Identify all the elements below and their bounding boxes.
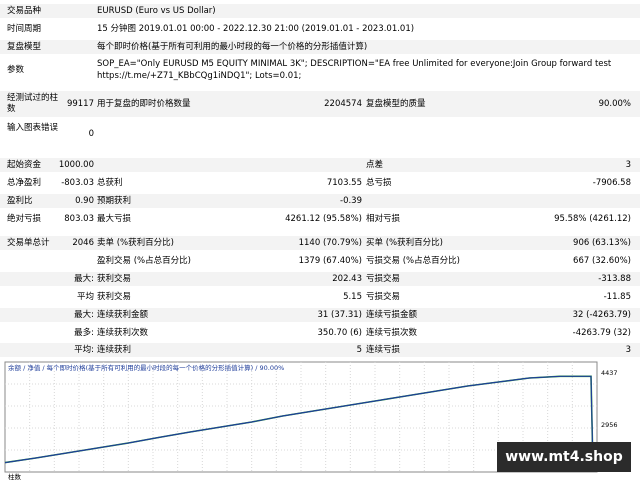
maxcons-row: 最大: 连续获利金额 31 (37.31) 连续亏损金额 32 (-4263.7…	[0, 308, 640, 322]
maxconsloss-label: 连续亏损次数	[366, 328, 418, 338]
spread-value: 3	[625, 160, 631, 170]
maxcons-loss-label: 连续亏损金额	[366, 310, 418, 320]
grossloss-label: 总亏损	[366, 178, 392, 188]
expected-label: 预期获利	[97, 196, 132, 206]
pf-label: 盈利比	[7, 196, 33, 206]
maxconsprofit-value: 350.70 (6)	[317, 328, 362, 338]
chart-header: 余额 / 净值 / 每个即时价格(基于所有可利用的最小时段的每一个价格的分形插值…	[8, 363, 284, 372]
absdd-label: 绝对亏损	[7, 214, 42, 224]
expected-value: -0.39	[340, 196, 362, 206]
params-row: 参数 SOP_EA="Only EURUSD M5 EQUITY MINIMAL…	[0, 57, 640, 83]
deposit-value: 1000.00	[58, 160, 94, 170]
largest-win-label: 获利交易	[97, 274, 132, 284]
largest-prefix: 最大:	[74, 274, 94, 284]
largest-row: 最大: 获利交易 202.43 亏损交易 -313.88	[0, 272, 640, 286]
average-row: 平均 获利交易 5.15 亏损交易 -11.85	[0, 290, 640, 304]
symbol-row: 交易品种 EURUSD (Euro vs US Dollar)	[0, 4, 640, 18]
period-label: 时间周期	[7, 24, 42, 34]
netprofit-row: 总净盈利 -803.03 总获利 7103.55 总亏损 -7906.58	[0, 176, 640, 190]
avg-win-label: 获利交易	[97, 292, 132, 302]
bars-value: 99117	[66, 99, 94, 109]
largest-loss-label: 亏损交易	[366, 274, 401, 284]
maxdd-label: 最大亏损	[97, 214, 132, 224]
pf-row: 盈利比 0.90 预期获利 -0.39	[0, 194, 640, 208]
trades-total-value: 2046	[72, 238, 94, 248]
params-line-2: https://t.me/+Z71_KBbCQg1iNDQ1"; Lots=0.…	[97, 71, 302, 81]
deposit-label: 起始资金	[7, 160, 42, 170]
avgcons-prefix: 平均:	[74, 345, 94, 355]
long-label: 买单 (%获利百分比)	[366, 238, 443, 248]
watermark: www.mt4.shop	[497, 442, 631, 472]
win-value: 1379 (67.40%)	[298, 256, 362, 266]
maxcons-prefix: 最大:	[74, 310, 94, 320]
maxconsprofit-prefix: 最多:	[74, 328, 94, 338]
avgcons-loss-value: 3	[625, 345, 631, 355]
errors-row: 输入图表错误 0	[0, 121, 640, 147]
y-tick-label: 2956	[601, 421, 618, 429]
symbol-value: EURUSD (Euro vs US Dollar)	[97, 6, 216, 16]
symbol-label: 交易品种	[7, 6, 42, 16]
netprofit-value: -803.03	[61, 178, 94, 188]
model-value: 每个即时价格(基于所有可利用的最小时段的每一个价格的分形插值计算)	[97, 42, 368, 52]
avg-win-value: 5.15	[343, 292, 362, 302]
chart-footer: 柱数	[8, 472, 22, 480]
params-label: 参数	[7, 65, 25, 75]
avgcons-win-value: 5	[356, 345, 362, 355]
avgcons-loss-label: 连续亏损	[366, 345, 401, 355]
spread-label: 点差	[366, 160, 384, 170]
short-label: 卖单 (%获利百分比)	[97, 238, 174, 248]
reldd-label: 相对亏损	[366, 214, 401, 224]
drawdown-row: 绝对亏损 803.03 最大亏损 4261.12 (95.58%) 相对亏损 9…	[0, 212, 640, 226]
avgcons-win-label: 连续获利	[97, 345, 132, 355]
win-label: 盈利交易 (%占总百分比)	[97, 256, 191, 266]
model-row: 复盘模型 每个即时价格(基于所有可利用的最小时段的每一个价格的分形插值计算)	[0, 40, 640, 54]
long-value: 906 (63.13%)	[573, 238, 631, 248]
deposit-row: 起始资金 1000.00 点差 3	[0, 158, 640, 172]
avgcons-row: 平均: 连续获利 5 连续亏损 3	[0, 343, 640, 357]
maxcons-win-label: 连续获利金额	[97, 310, 149, 320]
largest-loss-value: -313.88	[598, 274, 631, 284]
maxconsprofit-label: 连续获利次数	[97, 328, 149, 338]
period-value: 15 分钟图 2019.01.01 00:00 - 2022.12.30 21:…	[97, 24, 415, 34]
absdd-value: 803.03	[64, 214, 94, 224]
winloss-row: 盈利交易 (%占总百分比) 1379 (67.40%) 亏损交易 (%占总百分比…	[0, 254, 640, 268]
avg-loss-label: 亏损交易	[366, 292, 401, 302]
netprofit-label: 总净盈利	[7, 178, 42, 188]
reldd-value: 95.58% (4261.12)	[554, 214, 631, 224]
avg-loss-value: -11.85	[603, 292, 631, 302]
maxconsprofit-row: 最多: 连续获利次数 350.70 (6) 连续亏损次数 -4263.79 (3…	[0, 326, 640, 340]
ticks-value: 2204574	[324, 99, 362, 109]
grossprofit-label: 总获利	[97, 178, 123, 188]
grossloss-value: -7906.58	[592, 178, 631, 188]
errors-value: 0	[88, 129, 94, 139]
loss-value: 667 (32.60%)	[573, 256, 631, 266]
grossprofit-value: 7103.55	[326, 178, 362, 188]
quality-value: 90.00%	[598, 99, 631, 109]
y-tick-label: 4437	[601, 369, 618, 377]
short-value: 1140 (70.79%)	[298, 238, 362, 248]
maxdd-value: 4261.12 (95.58%)	[285, 214, 362, 224]
avg-prefix: 平均	[76, 292, 94, 302]
ticks-label: 用于复盘的即时价格数量	[97, 99, 191, 109]
model-label: 复盘模型	[7, 42, 42, 52]
loss-label: 亏损交易 (%占总百分比)	[366, 256, 460, 266]
maxcons-win-value: 31 (37.31)	[317, 310, 362, 320]
largest-win-value: 202.43	[332, 274, 362, 284]
maxcons-loss-value: 32 (-4263.79)	[572, 310, 631, 320]
pf-value: 0.90	[75, 196, 94, 206]
maxconsloss-value: -4263.79 (32)	[572, 328, 631, 338]
bars-row: 经测试过的柱数 99117 用于复盘的即时价格数量 2204574 复盘模型的质…	[0, 91, 640, 117]
period-row: 时间周期 15 分钟图 2019.01.01 00:00 - 2022.12.3…	[0, 22, 640, 36]
trades-total-row: 交易单总计 2046 卖单 (%获利百分比) 1140 (70.79%) 买单 …	[0, 236, 640, 250]
quality-label: 复盘模型的质量	[366, 99, 426, 109]
